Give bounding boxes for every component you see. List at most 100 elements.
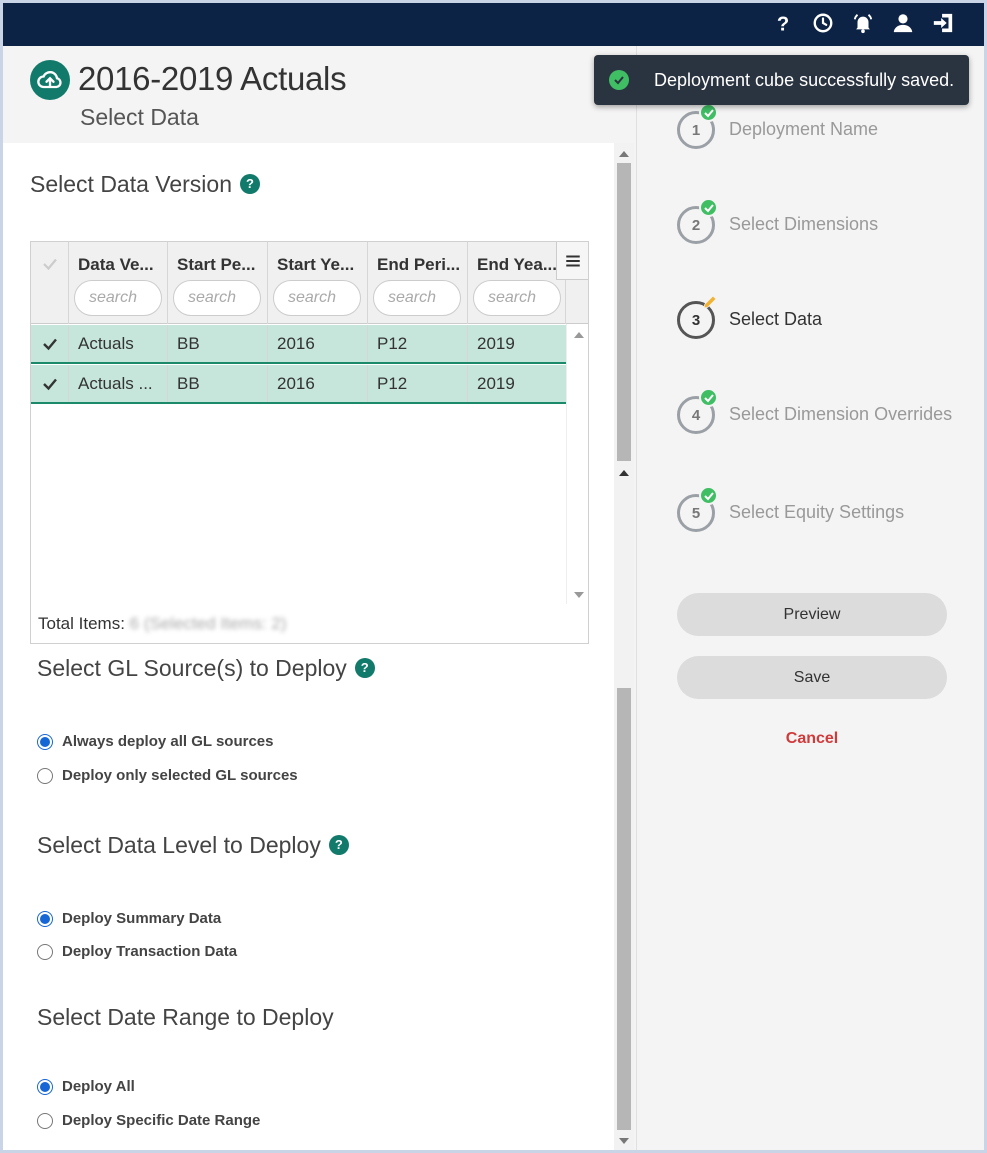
radio-button[interactable] — [37, 910, 53, 927]
save-button[interactable]: Save — [677, 656, 947, 699]
column-search-input[interactable] — [273, 280, 361, 316]
radio-deploy-selected-gl[interactable]: Deploy only selected GL sources — [37, 767, 298, 784]
pencil-edit-icon — [703, 295, 717, 309]
scroll-down-arrow-icon[interactable] — [619, 1138, 629, 1144]
column-label: Start Ye... — [277, 255, 355, 274]
radio-deploy-all[interactable]: Deploy All — [37, 1078, 135, 1095]
grid-scrollbar[interactable] — [566, 324, 588, 604]
logout-icon[interactable] — [932, 11, 954, 35]
grid-header: Data Ve... Start Pe... Start Ye... End P… — [31, 242, 588, 324]
column-search-input[interactable] — [74, 280, 162, 316]
radio-label: Deploy only selected GL sources — [62, 767, 298, 784]
wizard-steps-pane: 1 Deployment Name 2 Select Dimensions 3 … — [636, 46, 984, 1150]
user-icon[interactable] — [892, 11, 914, 35]
radio-button[interactable] — [37, 1112, 53, 1129]
success-toast[interactable]: Deployment cube successfully saved. — [594, 55, 969, 105]
page-subtitle: Select Data — [80, 104, 199, 130]
step-deployment-name[interactable]: 1 Deployment Name — [677, 103, 977, 155]
cancel-link[interactable]: Cancel — [677, 730, 947, 748]
help-icon[interactable]: ? — [328, 834, 349, 855]
column-end-period[interactable]: End Peri... — [368, 242, 468, 324]
cell-end-period: P12 — [368, 325, 468, 362]
scroll-up-arrow-icon[interactable] — [619, 151, 629, 157]
content-scrollbar[interactable] — [614, 143, 634, 1150]
help-icon[interactable]: ? — [354, 657, 375, 678]
radio-deploy-transaction-data[interactable]: Deploy Transaction Data — [37, 943, 237, 960]
data-version-grid: Data Ve... Start Pe... Start Ye... End P… — [30, 241, 589, 644]
app-window: ? 2016-2019 Actuals Select Data Select D… — [3, 3, 984, 1150]
column-search-input[interactable] — [173, 280, 261, 316]
radio-always-deploy-all-gl[interactable]: Always deploy all GL sources — [37, 733, 273, 750]
step-label: Select Dimension Overrides — [729, 404, 953, 424]
step-select-dimension-overrides[interactable]: 4 Select Dimension Overrides — [677, 388, 977, 440]
cell-end-year: 2019 — [477, 374, 515, 393]
cell-data-version: Actuals ... — [69, 365, 168, 402]
step-select-data[interactable]: 3 Select Data — [677, 295, 977, 345]
radio-button[interactable] — [37, 767, 53, 784]
page-title: 2016-2019 Actuals — [78, 60, 347, 97]
column-search-input[interactable] — [473, 280, 561, 316]
alarm-bell-icon[interactable] — [852, 11, 874, 35]
select-all-column[interactable] — [31, 242, 69, 324]
scrollbar-thumb[interactable] — [617, 688, 631, 1130]
gl-source-section-title: Select GL Source(s) to Deploy? — [37, 655, 375, 682]
date-range-section-title: Select Date Range to Deploy — [37, 1004, 334, 1031]
radio-label: Deploy Specific Date Range — [62, 1112, 261, 1129]
column-menu-button[interactable] — [556, 242, 588, 280]
column-label: Data Ve... — [78, 255, 154, 274]
page-header: 2016-2019 Actuals Select Data — [3, 46, 634, 143]
column-start-year[interactable]: Start Ye... — [268, 242, 368, 324]
cell-start-year: 2016 — [268, 325, 368, 362]
check-circle-icon — [699, 103, 718, 122]
cell-end-year: 2019 — [477, 334, 515, 353]
cell-start-period: BB — [168, 325, 268, 362]
top-navigation-bar: ? — [3, 3, 984, 46]
scroll-up-arrow-icon[interactable] — [619, 470, 629, 476]
svg-text:?: ? — [777, 13, 789, 34]
cell-start-year: 2016 — [268, 365, 368, 402]
wizard-content[interactable]: Select Data Version? Data Ve... Start Pe… — [3, 143, 614, 1150]
grid-footer: Total Items: 6 (Selected Items: 2) — [38, 614, 287, 634]
check-circle-icon — [699, 388, 718, 407]
row-select-cell[interactable] — [31, 325, 69, 362]
data-level-section-title: Select Data Level to Deploy? — [37, 832, 349, 859]
cell-start-period: BB — [168, 365, 268, 402]
column-start-period[interactable]: Start Pe... — [168, 242, 268, 324]
radio-label: Deploy All — [62, 1078, 135, 1095]
cell-data-version: Actuals — [69, 325, 168, 362]
scroll-up-arrow-icon[interactable] — [574, 332, 584, 338]
row-select-cell[interactable] — [31, 365, 69, 402]
history-clock-icon[interactable] — [812, 11, 834, 35]
hamburger-menu-icon — [565, 255, 580, 266]
table-row[interactable]: Actuals ... BB 2016 P12 2019 — [31, 365, 566, 404]
help-icon[interactable]: ? — [240, 173, 261, 194]
step-label: Select Equity Settings — [729, 502, 905, 522]
total-items-label: Total Items: — [38, 614, 125, 633]
column-search-input[interactable] — [373, 280, 461, 316]
radio-deploy-specific-date-range[interactable]: Deploy Specific Date Range — [37, 1112, 260, 1129]
top-icon-group: ? — [772, 11, 954, 35]
column-label: End Peri... — [377, 255, 461, 274]
date-range-title: Select Date Range to Deploy — [37, 1004, 334, 1030]
scroll-down-arrow-icon[interactable] — [574, 592, 584, 598]
scrollbar-thumb[interactable] — [617, 163, 631, 461]
data-version-section-title: Select Data Version? — [30, 171, 261, 198]
data-level-title: Select Data Level to Deploy — [37, 832, 321, 858]
radio-button[interactable] — [37, 943, 53, 960]
check-icon — [43, 338, 57, 351]
radio-button[interactable] — [37, 1078, 53, 1095]
column-end-year[interactable]: End Yea... — [468, 242, 566, 324]
column-data-version[interactable]: Data Ve... — [69, 242, 168, 324]
total-items-value: 6 (Selected Items: 2) — [129, 614, 287, 633]
radio-deploy-summary-data[interactable]: Deploy Summary Data — [37, 910, 221, 927]
step-select-dimensions[interactable]: 2 Select Dimensions — [677, 198, 977, 250]
check-icon — [43, 378, 57, 391]
preview-button[interactable]: Preview — [677, 593, 947, 636]
check-circle-icon — [609, 70, 629, 90]
table-row[interactable]: Actuals BB 2016 P12 2019 — [31, 325, 566, 364]
check-circle-icon — [699, 198, 718, 217]
cell-end-period: P12 — [368, 365, 468, 402]
step-select-equity-settings[interactable]: 5 Select Equity Settings — [677, 486, 977, 538]
radio-button[interactable] — [37, 733, 53, 750]
help-icon[interactable]: ? — [772, 11, 794, 35]
